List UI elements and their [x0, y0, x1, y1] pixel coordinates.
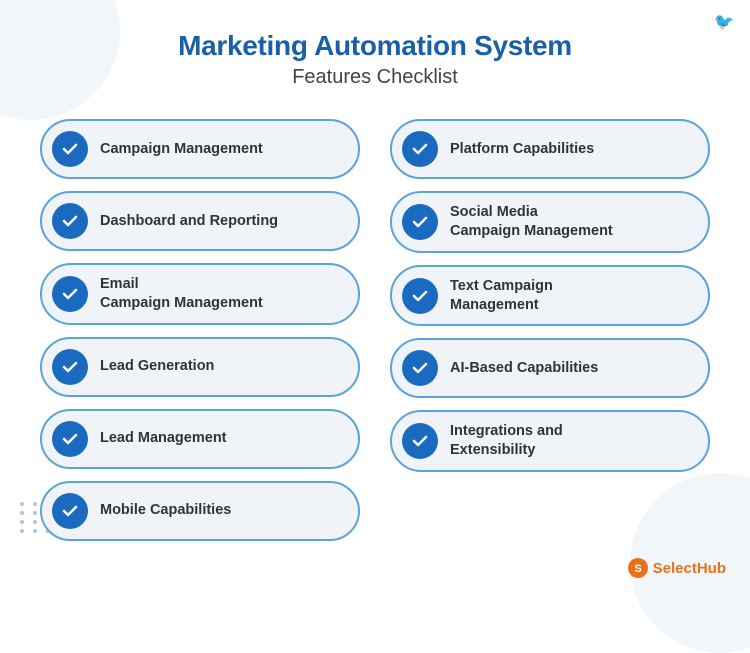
check-icon-email-campaign — [52, 276, 88, 312]
item-integrations-extensibility: Integrations andExtensibility — [390, 410, 710, 472]
label-mobile-capabilities: Mobile Capabilities — [100, 501, 231, 520]
item-ai-based-capabilities: AI-Based Capabilities — [390, 338, 710, 398]
check-icon-text-campaign — [402, 278, 438, 314]
logo-select: Select — [653, 560, 697, 577]
check-icon-campaign-management — [52, 131, 88, 167]
check-icon-lead-management — [52, 421, 88, 457]
label-platform-capabilities: Platform Capabilities — [450, 140, 594, 159]
bird-icon: 🐦 — [714, 12, 734, 32]
page-title: Marketing Automation System — [40, 30, 710, 62]
check-icon-platform-capabilities — [402, 131, 438, 167]
right-column: Platform Capabilities Social MediaCampai… — [390, 119, 710, 541]
label-lead-management: Lead Management — [100, 429, 227, 448]
label-ai-based-capabilities: AI-Based Capabilities — [450, 359, 598, 378]
item-lead-generation: Lead Generation — [40, 337, 360, 397]
checklist-grid: Campaign Management Dashboard and Report… — [40, 119, 710, 541]
item-lead-management: Lead Management — [40, 409, 360, 469]
page-subtitle: Features Checklist — [40, 66, 710, 89]
logo-hub: Hub — [697, 560, 726, 577]
label-campaign-management: Campaign Management — [100, 140, 263, 159]
item-dashboard-reporting: Dashboard and Reporting — [40, 191, 360, 251]
item-social-media-campaign: Social MediaCampaign Management — [390, 191, 710, 253]
left-column: Campaign Management Dashboard and Report… — [40, 119, 360, 541]
item-email-campaign: EmailCampaign Management — [40, 263, 360, 325]
check-icon-social-media-campaign — [402, 204, 438, 240]
label-dashboard-reporting: Dashboard and Reporting — [100, 212, 278, 231]
label-text-campaign: Text CampaignManagement — [450, 277, 553, 315]
item-campaign-management: Campaign Management — [40, 119, 360, 179]
svg-text:S: S — [634, 563, 641, 575]
check-icon-dashboard-reporting — [52, 203, 88, 239]
logo-text: SelectHub — [653, 560, 726, 577]
check-icon-mobile-capabilities — [52, 493, 88, 529]
label-social-media-campaign: Social MediaCampaign Management — [450, 203, 613, 241]
label-lead-generation: Lead Generation — [100, 357, 214, 376]
label-integrations-extensibility: Integrations andExtensibility — [450, 422, 563, 460]
item-mobile-capabilities: Mobile Capabilities — [40, 481, 360, 541]
item-text-campaign: Text CampaignManagement — [390, 265, 710, 327]
check-icon-lead-generation — [52, 349, 88, 385]
label-email-campaign: EmailCampaign Management — [100, 275, 263, 313]
page-header: Marketing Automation System Features Che… — [40, 30, 710, 89]
check-icon-ai-based-capabilities — [402, 350, 438, 386]
selecthub-logo: S SelectHub — [627, 557, 726, 579]
selecthub-logo-icon: S — [627, 557, 649, 579]
item-platform-capabilities: Platform Capabilities — [390, 119, 710, 179]
check-icon-integrations-extensibility — [402, 423, 438, 459]
